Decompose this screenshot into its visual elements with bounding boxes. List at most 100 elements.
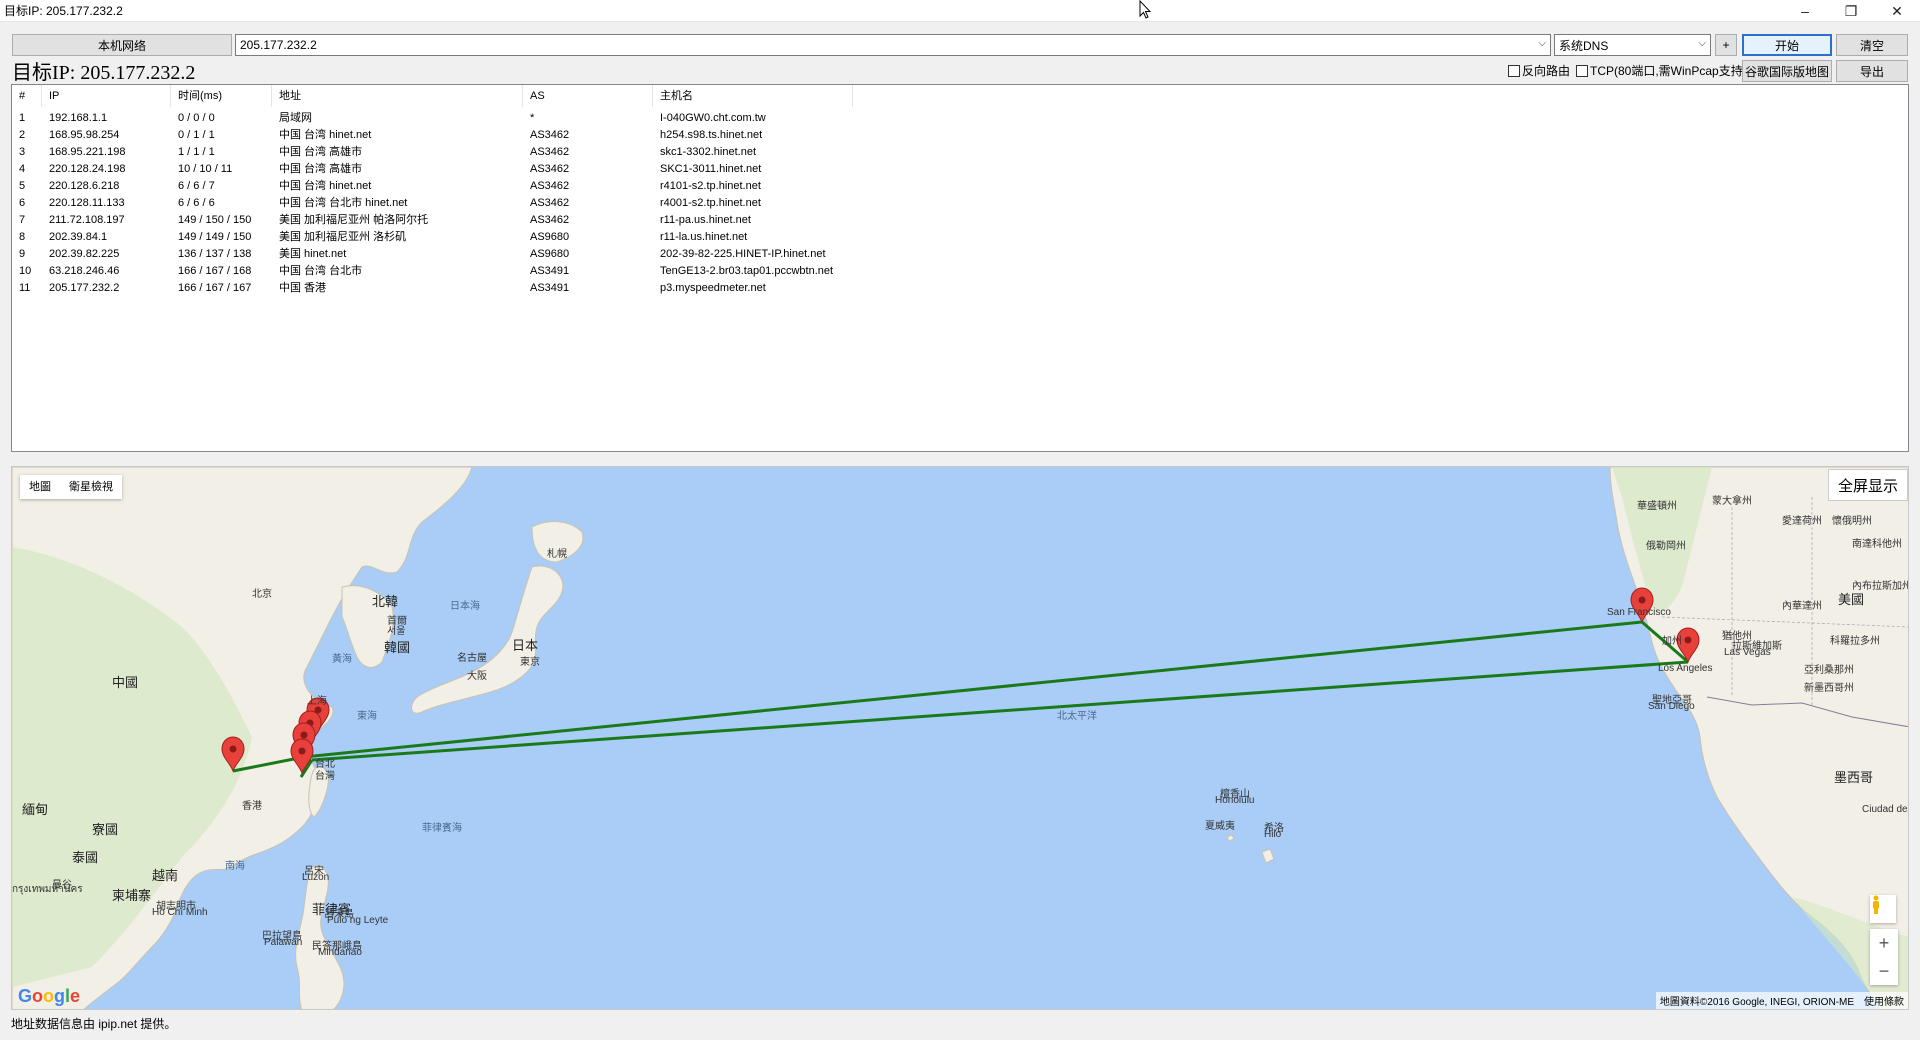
restore-button[interactable]: ❐: [1828, 0, 1874, 22]
hop-ip-cell: 192.168.1.1: [49, 112, 108, 124]
hop-time-cell: 6 / 6 / 6: [178, 197, 215, 209]
column-header-as[interactable]: AS: [523, 85, 653, 107]
column-header-ip[interactable]: IP: [42, 85, 171, 107]
hop-as-cell: AS3462: [530, 129, 570, 141]
table-row[interactable]: 11 205.177.232.2 166 / 167 / 167 中国 香港 AS349…: [12, 280, 1908, 297]
hop-hostname-cell: r4001-s2.tp.hinet.net: [660, 197, 761, 209]
checkbox-box[interactable]: [1576, 64, 1588, 77]
reverse-route-checkbox[interactable]: 反向路由: [1508, 62, 1570, 79]
hop-time-cell: 149 / 149 / 150: [178, 231, 252, 243]
map-label: 서울: [387, 626, 406, 637]
column-header-address[interactable]: 地址: [272, 85, 523, 107]
hop-address-cell: 中国 台湾 台北市: [279, 265, 363, 277]
hop-address-cell: 美国 加利福尼亚州 帕洛阿尔托: [279, 214, 429, 226]
hop-address-cell: 美国 加利福尼亚州 洛杉矶: [279, 231, 407, 243]
column-header-index[interactable]: #: [12, 85, 42, 107]
export-button[interactable]: 导出: [1836, 60, 1908, 82]
table-row[interactable]: 6 220.128.11.133 6 / 6 / 6 中国 台湾 台北市 hinet.…: [12, 195, 1908, 212]
chevron-down-icon[interactable]: ⌵: [1698, 38, 1706, 49]
table-row[interactable]: 9 202.39.82.225 136 / 137 / 138 美国 hinet.ne…: [12, 246, 1908, 263]
route-map[interactable]: 中國 北京 北韓 首爾 서울 韓國 日本海 札幌 日本 名古屋 東京 大阪 黃海 上海 東海 台北 台灣 香港 緬甸…: [11, 466, 1909, 1010]
tcp-checkbox[interactable]: TCP(80端口,需WinPcap支持): [1576, 62, 1747, 79]
table-row[interactable]: 7 211.72.108.197 149 / 150 / 150 美国 加利福尼亚州 …: [12, 212, 1908, 229]
hop-index-cell: 7: [19, 214, 26, 226]
target-ip-input[interactable]: 205.177.232.2 ⌵: [235, 34, 1551, 56]
minimize-button[interactable]: –: [1782, 0, 1828, 22]
title-bar: 目标IP: 205.177.232.2 – ❐ ✕: [0, 0, 1920, 22]
column-header-hostname[interactable]: 主机名: [653, 85, 853, 107]
chevron-down-icon[interactable]: ⌵: [1538, 38, 1546, 49]
table-row[interactable]: 2 168.95.98.254 0 / 1 / 1 中国 台湾 hinet.net AS…: [12, 127, 1908, 144]
map-label: Las Vegas: [1724, 647, 1771, 658]
map-label: 北太平洋: [1057, 711, 1097, 722]
google-map-button[interactable]: 谷歌国际版地图: [1742, 60, 1832, 82]
zoom-control[interactable]: + −: [1870, 929, 1898, 985]
map-type-satellite-button[interactable]: 衛星檢視: [60, 475, 122, 499]
hop-ip-cell: 202.39.84.1: [49, 231, 108, 243]
map-label: 韓國: [384, 640, 411, 655]
google-logo[interactable]: Google: [18, 986, 80, 1007]
map-label: 菲律賓海: [422, 823, 462, 834]
map-label: Hilo: [1264, 829, 1282, 840]
trace-table[interactable]: # IP 时间(ms) 地址 AS 主机名 1 192.168.1.1 0 / 0 …: [11, 84, 1909, 452]
dns-select[interactable]: 系统DNS ⌵: [1554, 34, 1711, 56]
hop-address-cell: 美国 hinet.net: [279, 248, 347, 260]
map-label: Honolulu: [1215, 795, 1255, 806]
hop-hostname-cell: r11-la.us.hinet.net: [660, 231, 748, 243]
table-row[interactable]: 10 63.218.246.46 166 / 167 / 168 中国 台湾 台北市 A…: [12, 263, 1908, 280]
column-header-time[interactable]: 时间(ms): [171, 85, 272, 107]
table-row[interactable]: 1 192.168.1.1 0 / 0 / 0 局域网 * I-040GW0.cht.co…: [12, 110, 1908, 127]
hop-hostname-cell: TenGE13-2.br03.tap01.pccwbtn.net: [660, 265, 834, 277]
map-label: 中國: [112, 675, 139, 690]
hop-as-cell: AS3491: [530, 265, 570, 277]
hop-time-cell: 6 / 6 / 7: [178, 180, 215, 192]
hop-address-cell: 中国 台湾 hinet.net: [279, 180, 372, 192]
hop-ip-cell: 211.72.108.197: [49, 214, 125, 226]
map-label: 北京: [252, 589, 272, 600]
table-row[interactable]: 4 220.128.24.198 10 / 10 / 11 中国 台湾 高雄市 AS34…: [12, 161, 1908, 178]
close-button[interactable]: ✕: [1874, 0, 1920, 22]
status-bar: 地址数据信息由 ipip.net 提供。: [11, 1017, 177, 1031]
hop-index-cell: 11: [19, 282, 31, 294]
map-label: 華盛頓州: [1637, 501, 1677, 512]
map-label: 北韓: [372, 594, 399, 609]
hop-as-cell: AS9680: [530, 248, 570, 260]
pegman-icon[interactable]: [1870, 895, 1896, 923]
hop-address-cell: 中国 台湾 hinet.net: [279, 129, 372, 141]
hop-hostname-cell: I-040GW0.cht.com.tw: [660, 112, 766, 124]
table-row[interactable]: 3 168.95.221.198 1 / 1 / 1 中国 台湾 高雄市 AS3462 s…: [12, 144, 1908, 161]
dns-select-value: 系统DNS: [1559, 38, 1609, 53]
japan-islands: [411, 565, 564, 714]
local-network-button[interactable]: 本机网络: [12, 34, 232, 56]
clear-button[interactable]: 清空: [1836, 34, 1908, 56]
hop-time-cell: 1 / 1 / 1: [178, 146, 215, 158]
table-body: 1 192.168.1.1 0 / 0 / 0 局域网 * I-040GW0.cht.co…: [12, 110, 1908, 297]
google-logo-letter: e: [70, 986, 81, 1006]
map-label: 台灣: [315, 771, 335, 782]
map-label: 內華達州: [1782, 601, 1822, 612]
map-label: 香港: [242, 801, 262, 812]
zoom-out-button[interactable]: −: [1870, 957, 1898, 985]
map-attribution-text: 地圖資料©2016 Google, INEGI, ORION-ME: [1659, 997, 1854, 1008]
map-label: 柬埔寨: [112, 888, 152, 903]
table-row[interactable]: 8 202.39.84.1 149 / 149 / 150 美国 加利福尼亚州 洛杉矶…: [12, 229, 1908, 246]
terms-link[interactable]: 使用條款: [1864, 993, 1904, 1008]
table-row[interactable]: 5 220.128.6.218 6 / 6 / 7 中国 台湾 hinet.net AS…: [12, 178, 1908, 195]
map-type-control[interactable]: 地圖 衛星檢視: [20, 475, 122, 499]
map-label: 日本海: [450, 601, 480, 612]
hop-address-cell: 中国 台湾 高雄市: [279, 146, 363, 158]
hop-index-cell: 9: [19, 248, 26, 260]
map-type-map-button[interactable]: 地圖: [20, 475, 60, 499]
hop-ip-cell: 205.177.232.2: [49, 282, 120, 294]
google-logo-letter: o: [43, 986, 55, 1006]
checkbox-box[interactable]: [1508, 64, 1520, 77]
map-label: 俄勒岡州: [1646, 541, 1686, 552]
google-logo-letter: g: [54, 986, 66, 1006]
start-button[interactable]: 开始: [1742, 34, 1832, 56]
fullscreen-button[interactable]: 全屏显示: [1828, 469, 1908, 501]
route-markers[interactable]: [221, 587, 1700, 775]
google-logo-letter: G: [18, 986, 33, 1006]
add-button[interactable]: +: [1715, 34, 1737, 56]
zoom-in-button[interactable]: +: [1870, 929, 1898, 957]
map-label: 內布拉斯加州: [1852, 581, 1909, 592]
